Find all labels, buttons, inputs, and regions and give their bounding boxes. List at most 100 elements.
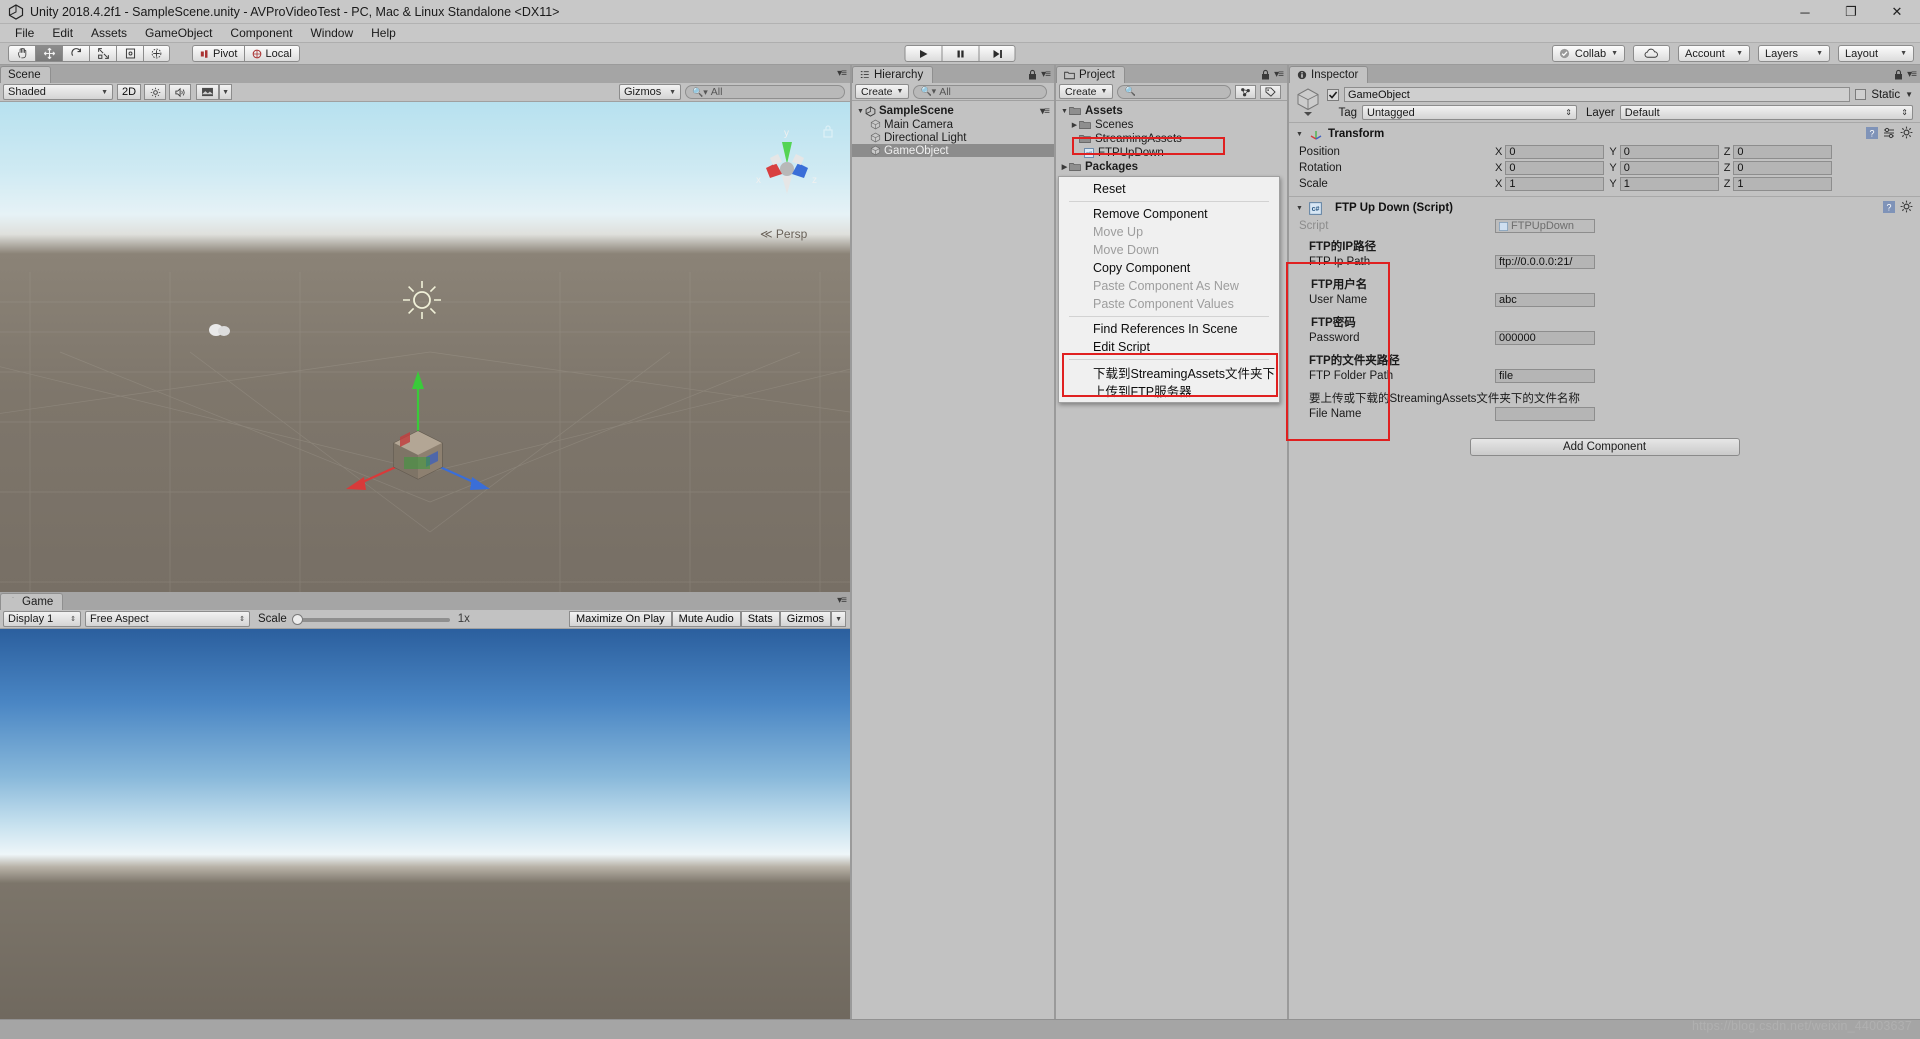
rotation-z-input[interactable]: 0 — [1733, 161, 1833, 175]
ftp-user-input[interactable]: abc — [1495, 293, 1595, 307]
hierarchy-item-directional-light[interactable]: Directional Light — [852, 131, 1054, 144]
project-item-packages[interactable]: ▶ Packages — [1056, 160, 1287, 174]
tab-project[interactable]: Project — [1056, 66, 1125, 83]
layers-button[interactable]: Layers ▼ — [1758, 45, 1830, 62]
ftp-folder-input[interactable]: file — [1495, 369, 1595, 383]
panel-menu-icon[interactable]: ▾≡ — [1274, 69, 1284, 80]
hierarchy-item-gameobject[interactable]: GameObject — [852, 144, 1054, 157]
local-toggle[interactable]: Local — [244, 45, 300, 62]
game-gizmos-dropdown[interactable]: ▼ — [831, 611, 846, 627]
stats-button[interactable]: Stats — [740, 611, 780, 627]
move-tool-button[interactable] — [35, 45, 62, 62]
scale-slider[interactable] — [291, 614, 452, 625]
preset-icon[interactable] — [1883, 127, 1895, 139]
scale-y-input[interactable]: 1 — [1619, 177, 1719, 191]
rotation-y-input[interactable]: 0 — [1619, 161, 1719, 175]
scene-audio-button[interactable] — [169, 84, 192, 100]
add-component-button[interactable]: Add Component — [1469, 438, 1740, 456]
hierarchy-scene-root[interactable]: ▼ SampleScene ▾≡ — [852, 104, 1054, 118]
main-camera-gizmo[interactable] — [207, 321, 233, 339]
account-button[interactable]: Account ▼ — [1678, 45, 1750, 62]
game-gizmos-button[interactable]: Gizmos — [779, 611, 832, 627]
scene-row-menu-icon[interactable]: ▾≡ — [1040, 106, 1050, 117]
minimize-button[interactable]: ─ — [1782, 0, 1828, 24]
menu-component[interactable]: Component — [221, 24, 301, 42]
transform-header[interactable]: ▼ Transform — [1295, 126, 1914, 142]
hierarchy-search-input[interactable]: 🔍▾ All — [913, 84, 1047, 99]
layer-dropdown[interactable]: Default ⇕ — [1619, 105, 1913, 120]
hierarchy-item-main-camera[interactable]: Main Camera — [852, 118, 1054, 131]
chevron-down-icon[interactable]: ▼ — [1295, 205, 1304, 212]
tab-inspector[interactable]: Inspector — [1289, 66, 1369, 83]
scale-slider-handle[interactable] — [291, 614, 303, 625]
maximize-on-play-button[interactable]: Maximize On Play — [569, 611, 672, 627]
chevron-right-icon[interactable]: ▶ — [1070, 121, 1079, 129]
persp-label[interactable]: ≪ Persp — [760, 227, 807, 241]
ctx-item-copy-component[interactable]: Copy Component — [1059, 259, 1279, 277]
aspect-dropdown[interactable]: Free Aspect ⇕ — [85, 611, 250, 627]
display-dropdown[interactable]: Display 1 ⇕ — [3, 611, 81, 627]
project-create-button[interactable]: Create ▼ — [1059, 84, 1114, 99]
pivot-toggle[interactable]: Pivot — [192, 45, 245, 62]
gear-icon[interactable] — [1900, 200, 1913, 213]
panel-menu-icon[interactable]: ▾≡ — [837, 595, 847, 606]
scene-lock-icon[interactable] — [822, 124, 834, 138]
hierarchy-create-button[interactable]: Create ▼ — [855, 84, 910, 99]
scale-tool-button[interactable] — [89, 45, 116, 62]
ftp-ip-input[interactable]: ftp://0.0.0.0:21/ — [1495, 255, 1595, 269]
shading-mode-dropdown[interactable]: Shaded ▼ — [3, 84, 113, 100]
view-axis-gizmo[interactable]: y x z — [746, 124, 828, 202]
gizmos-dropdown[interactable]: Gizmos ▼ — [619, 84, 681, 100]
collab-button[interactable]: Collab ▼ — [1551, 45, 1625, 62]
project-filter-label-button[interactable] — [1260, 84, 1281, 99]
ftp-filename-input[interactable] — [1495, 407, 1595, 421]
gameobject-enabled-checkbox[interactable] — [1327, 88, 1339, 101]
scene-viewport[interactable]: y x z ≪ Persp — [0, 102, 850, 592]
rotate-tool-button[interactable] — [62, 45, 89, 62]
menu-help[interactable]: Help — [362, 24, 405, 42]
layout-button[interactable]: Layout ▼ — [1838, 45, 1914, 62]
lock-icon[interactable] — [1028, 69, 1037, 80]
pause-button[interactable] — [941, 45, 979, 62]
project-item-assets[interactable]: ▼ Assets — [1056, 104, 1287, 118]
tab-game[interactable]: Game — [0, 593, 64, 610]
ctx-item-reset[interactable]: Reset — [1059, 180, 1279, 198]
chevron-right-icon[interactable]: ▶ — [1060, 163, 1069, 171]
gameobject-name-input[interactable]: GameObject — [1344, 87, 1851, 102]
tab-scene[interactable]: Scene — [0, 66, 51, 83]
directional-light-gizmo[interactable] — [399, 277, 445, 323]
menu-window[interactable]: Window — [301, 24, 362, 42]
cloud-button[interactable] — [1633, 45, 1670, 62]
project-filter-type-button[interactable] — [1235, 84, 1256, 99]
ctx-item-remove-component[interactable]: Remove Component — [1059, 205, 1279, 223]
chevron-down-icon[interactable]: ▼ — [856, 108, 865, 115]
selected-object-gizmo[interactable] — [338, 357, 498, 537]
rotation-x-input[interactable]: 0 — [1505, 161, 1605, 175]
lock-icon[interactable] — [1894, 69, 1903, 80]
step-button[interactable] — [978, 45, 1016, 62]
mute-audio-button[interactable]: Mute Audio — [671, 611, 741, 627]
ctx-item-download-to-streamingassets[interactable]: 下载到StreamingAssets文件夹下 — [1059, 363, 1279, 381]
mode-2d-button[interactable]: 2D — [117, 84, 142, 100]
menu-assets[interactable]: Assets — [82, 24, 136, 42]
project-item-scenes[interactable]: ▶ Scenes — [1056, 118, 1287, 132]
tag-dropdown[interactable]: Untagged ⇕ — [1362, 105, 1577, 120]
ftp-password-input[interactable]: 000000 — [1495, 331, 1595, 345]
scene-lighting-button[interactable] — [144, 84, 167, 100]
game-viewport[interactable] — [0, 629, 850, 1039]
static-checkbox[interactable] — [1855, 89, 1867, 100]
tab-hierarchy[interactable]: Hierarchy — [852, 66, 934, 83]
rect-tool-button[interactable] — [116, 45, 143, 62]
panel-menu-icon[interactable]: ▾≡ — [1041, 69, 1051, 80]
menu-file[interactable]: File — [6, 24, 43, 42]
position-y-input[interactable]: 0 — [1619, 145, 1719, 159]
scene-search-input[interactable]: 🔍▾ All — [685, 85, 845, 99]
help-icon[interactable]: ? — [1866, 126, 1878, 139]
scale-z-input[interactable]: 1 — [1733, 177, 1833, 191]
chevron-down-icon[interactable]: ▼ — [1295, 131, 1304, 138]
scene-fx-button[interactable] — [196, 84, 220, 100]
position-z-input[interactable]: 0 — [1733, 145, 1833, 159]
ctx-item-upload-to-ftp-server[interactable]: 上传到FTP服务器 — [1059, 381, 1279, 399]
chevron-down-icon[interactable]: ▼ — [1060, 108, 1069, 115]
static-dropdown-icon[interactable]: ▼ — [1905, 90, 1913, 99]
